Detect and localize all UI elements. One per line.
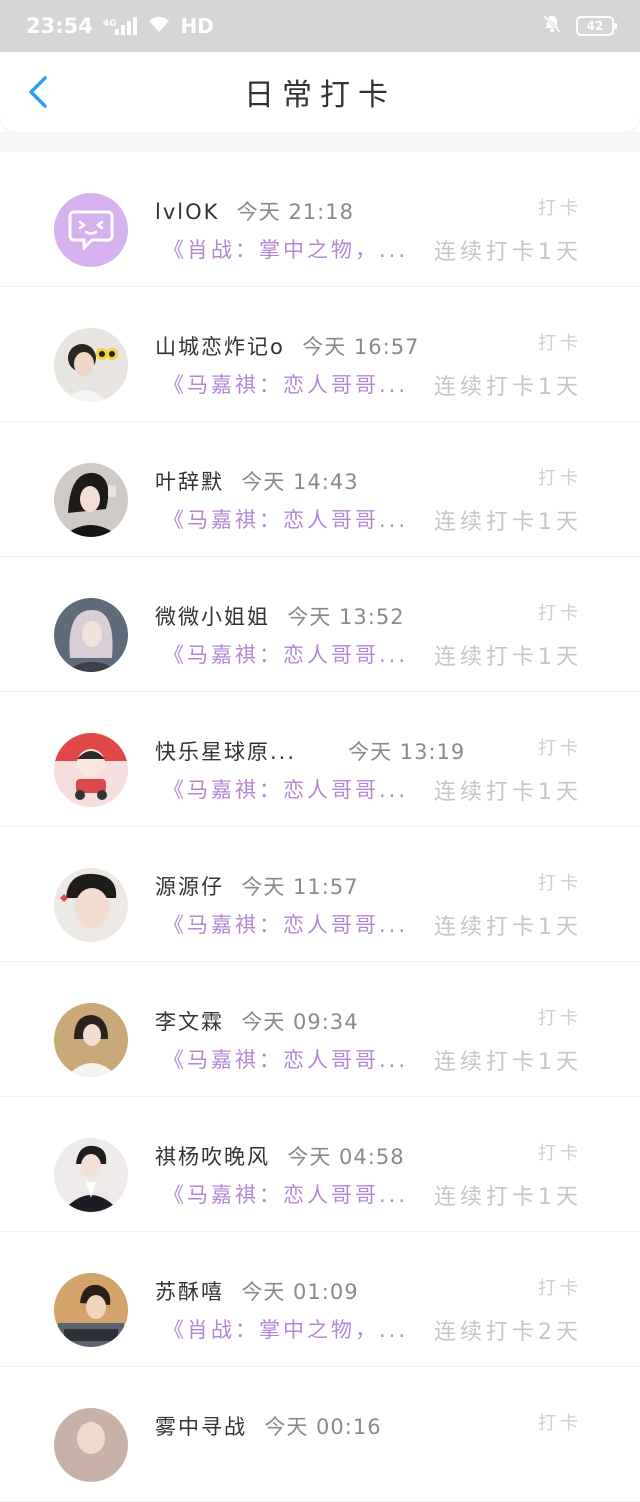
avatar[interactable] xyxy=(54,463,128,537)
checkin-tag: 打卡 xyxy=(538,198,582,219)
list-item[interactable]: 苏酥嘻 今天 01:09 打卡 《肖战：掌中之物，... 连续打卡2天 xyxy=(0,1232,640,1367)
book-title[interactable]: 《马嘉祺：恋人哥哥... xyxy=(163,909,408,939)
checkin-time: 今天 14:43 xyxy=(241,470,359,494)
status-left: 23:54 4G HD xyxy=(26,14,214,38)
status-time: 23:54 xyxy=(26,14,93,38)
user-photo-icon xyxy=(54,1273,128,1347)
streak-text: 连续打卡1天 xyxy=(434,1185,582,1210)
user-name: 李文霖 今天 09:34 xyxy=(155,1010,359,1034)
user-name: 雾中寻战 今天 00:16 xyxy=(155,1415,382,1439)
user-name: 苏酥嘻 今天 01:09 xyxy=(155,1280,359,1304)
checkin-tag: 打卡 xyxy=(538,603,582,624)
checkin-time: 今天 21:18 xyxy=(236,200,354,224)
checkin-tag: 打卡 xyxy=(538,1413,582,1434)
list-item[interactable]: 山城恋炸记o 今天 16:57 打卡 《马嘉祺：恋人哥哥... 连续打卡1天 xyxy=(0,287,640,422)
book-title[interactable]: 《马嘉祺：恋人哥哥... xyxy=(163,504,408,534)
hd-label: HD xyxy=(180,14,214,38)
user-name: 微微小姐姐 今天 13:52 xyxy=(155,605,405,629)
checkin-time: 今天 09:34 xyxy=(241,1010,359,1034)
book-title[interactable]: 《肖战：掌中之物，... xyxy=(163,1314,408,1344)
status-right: 42 xyxy=(542,14,617,39)
checkin-tag: 打卡 xyxy=(538,468,582,489)
book-title[interactable]: 《马嘉祺：恋人哥哥... xyxy=(163,639,408,669)
list-item[interactable]: 叶辞默 今天 14:43 打卡 《马嘉祺：恋人哥哥... 连续打卡1天 xyxy=(0,422,640,557)
avatar[interactable] xyxy=(54,1273,128,1347)
chat-bubble-icon xyxy=(68,210,114,250)
chevron-left-icon xyxy=(29,76,47,108)
avatar[interactable] xyxy=(54,868,128,942)
streak-text: 连续打卡1天 xyxy=(434,645,582,670)
nav-bar: 日常打卡 xyxy=(0,52,640,132)
list-item[interactable]: 祺杨吹晚风 今天 04:58 打卡 《马嘉祺：恋人哥哥... 连续打卡1天 xyxy=(0,1097,640,1232)
list-item[interactable]: 李文霖 今天 09:34 打卡 《马嘉祺：恋人哥哥... 连续打卡1天 xyxy=(0,962,640,1097)
cartoon-avatar-icon xyxy=(54,733,128,807)
list-item[interactable]: 微微小姐姐 今天 13:52 打卡 《马嘉祺：恋人哥哥... 连续打卡1天 xyxy=(0,557,640,692)
streak-text: 连续打卡1天 xyxy=(434,780,582,805)
checkin-time: 今天 16:57 xyxy=(302,335,420,359)
streak-text: 连续打卡1天 xyxy=(434,1050,582,1075)
battery-icon: 42 xyxy=(576,16,617,36)
user-photo-icon xyxy=(54,463,128,537)
book-title[interactable]: 《肖战：掌中之物，... xyxy=(163,234,408,264)
checkin-time: 今天 04:58 xyxy=(287,1145,405,1169)
streak-text: 连续打卡1天 xyxy=(434,240,582,265)
wifi-icon xyxy=(147,15,171,38)
user-name: 源源仔 今天 11:57 xyxy=(155,875,359,899)
streak-text: 连续打卡2天 xyxy=(434,1320,582,1345)
user-name: lvlOK 今天 21:18 xyxy=(155,200,354,224)
user-photo-icon xyxy=(54,1138,128,1212)
list-item[interactable]: 雾中寻战 今天 00:16 打卡 xyxy=(0,1367,640,1502)
user-name: 山城恋炸记o 今天 16:57 xyxy=(155,335,420,359)
avatar[interactable] xyxy=(54,598,128,672)
book-title[interactable]: 《马嘉祺：恋人哥哥... xyxy=(163,1044,408,1074)
user-photo-icon xyxy=(54,328,128,402)
avatar[interactable] xyxy=(54,193,128,267)
mute-bell-icon xyxy=(542,14,562,39)
user-name: 叶辞默 今天 14:43 xyxy=(155,470,359,494)
book-title[interactable]: 《马嘉祺：恋人哥哥... xyxy=(163,774,408,804)
streak-text: 连续打卡1天 xyxy=(434,915,582,940)
list-item[interactable]: 源源仔 今天 11:57 打卡 《马嘉祺：恋人哥哥... 连续打卡1天 xyxy=(0,827,640,962)
checkin-tag: 打卡 xyxy=(538,333,582,354)
user-name: 祺杨吹晚风 今天 04:58 xyxy=(155,1145,405,1169)
streak-text: 连续打卡1天 xyxy=(434,375,582,400)
checkin-tag: 打卡 xyxy=(538,873,582,894)
divider-band xyxy=(0,132,640,152)
checkin-time: 今天 01:09 xyxy=(241,1280,359,1304)
signal-icon: 4G xyxy=(103,17,137,35)
book-title[interactable]: 《马嘉祺：恋人哥哥... xyxy=(163,1179,408,1209)
checkin-tag: 打卡 xyxy=(538,1008,582,1029)
checkin-tag: 打卡 xyxy=(538,1143,582,1164)
user-photo-icon xyxy=(54,868,128,942)
status-bar: 23:54 4G HD 42 xyxy=(0,0,640,52)
page-title: 日常打卡 xyxy=(244,78,396,113)
user-photo-icon xyxy=(54,598,128,672)
network-label: 4G xyxy=(102,19,117,29)
checkin-time: 今天 11:57 xyxy=(241,875,359,899)
book-title[interactable]: 《马嘉祺：恋人哥哥... xyxy=(163,369,408,399)
avatar[interactable] xyxy=(54,1408,128,1482)
checkin-time: 今天 00:16 xyxy=(264,1415,382,1439)
user-photo-icon xyxy=(54,1408,128,1482)
avatar[interactable] xyxy=(54,733,128,807)
checkin-time: 今天 13:52 xyxy=(287,605,405,629)
checkin-tag: 打卡 xyxy=(538,738,582,759)
list-item[interactable]: 快乐星球原... 今天 13:19 打卡 《马嘉祺：恋人哥哥... 连续打卡1天 xyxy=(0,692,640,827)
user-photo-icon xyxy=(54,1003,128,1077)
avatar[interactable] xyxy=(54,1003,128,1077)
avatar[interactable] xyxy=(54,1138,128,1212)
streak-text: 连续打卡1天 xyxy=(434,510,582,535)
avatar[interactable] xyxy=(54,328,128,402)
back-button[interactable] xyxy=(20,72,56,112)
checkin-tag: 打卡 xyxy=(538,1278,582,1299)
user-name: 快乐星球原... 今天 13:19 xyxy=(155,740,466,764)
checkin-list: lvlOK 今天 21:18 打卡 《肖战：掌中之物，... 连续打卡1天 山城… xyxy=(0,152,640,1502)
list-item[interactable]: lvlOK 今天 21:18 打卡 《肖战：掌中之物，... 连续打卡1天 xyxy=(0,152,640,287)
checkin-time: 今天 13:19 xyxy=(348,740,466,764)
